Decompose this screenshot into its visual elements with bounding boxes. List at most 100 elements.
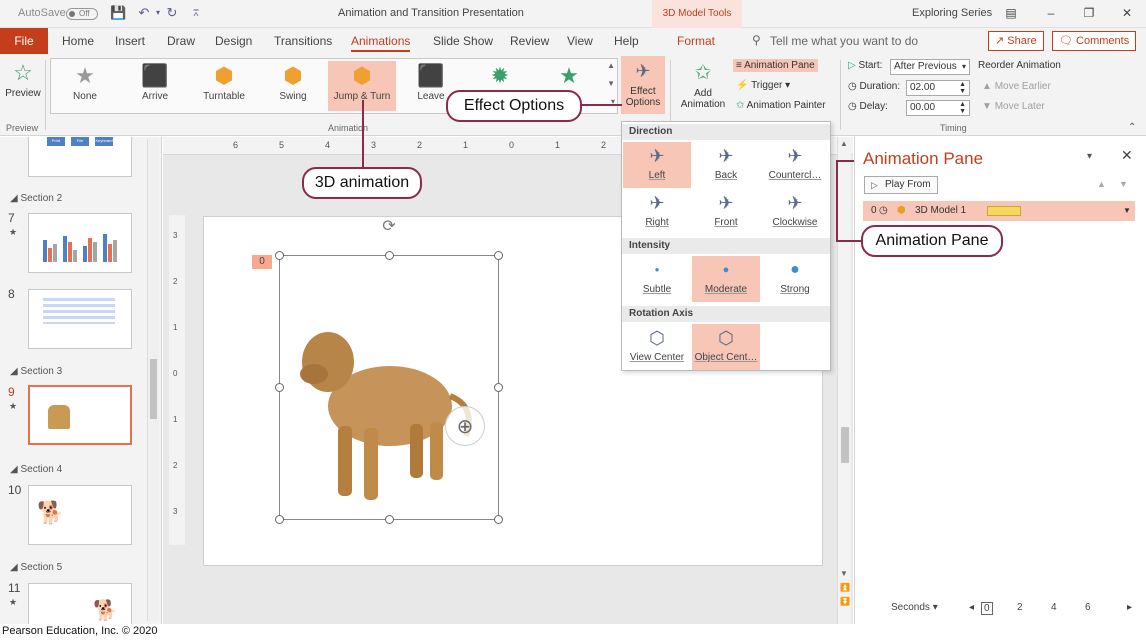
- intensity-strong-option[interactable]: ● Strong: [761, 256, 829, 302]
- tab-design[interactable]: Design: [215, 34, 252, 48]
- tab-format[interactable]: Format: [677, 34, 715, 48]
- effect-options-button[interactable]: ✈ Effect Options: [621, 56, 665, 114]
- timeline-left-icon[interactable]: ◂: [969, 602, 974, 613]
- paper-plane-front-icon: ✈: [718, 193, 734, 213]
- move-down-icon[interactable]: ▼: [1119, 179, 1128, 189]
- restore-icon[interactable]: ❐: [1080, 5, 1098, 21]
- resize-handle[interactable]: [385, 251, 394, 260]
- tab-draw[interactable]: Draw: [167, 34, 195, 48]
- direction-right-option[interactable]: ✈ Right: [623, 189, 691, 235]
- timeline-right-icon[interactable]: ▸: [1127, 602, 1132, 613]
- slide-thumbnail[interactable]: [28, 213, 132, 273]
- section-label[interactable]: ◢ Section 2: [10, 193, 62, 204]
- add-animation-button[interactable]: ✩ Add Animation: [674, 58, 732, 110]
- save-icon[interactable]: 💾: [110, 5, 126, 21]
- slide-thumbnail-selected[interactable]: [28, 385, 132, 445]
- scroll-down-icon[interactable]: ▼: [840, 569, 848, 578]
- tab-view[interactable]: View: [567, 34, 593, 48]
- comments-button[interactable]: 🗨 Comments: [1052, 31, 1137, 51]
- duration-input[interactable]: 02.00 ▲ ▼: [906, 80, 970, 96]
- gallery-item-turntable[interactable]: ⬢ Turntable: [190, 61, 258, 111]
- direction-left-option[interactable]: ✈ Left: [623, 142, 691, 188]
- scroll-up-icon[interactable]: ▲: [840, 139, 848, 148]
- gallery-item-none[interactable]: ★ None: [51, 61, 119, 111]
- gallery-scroll-down-icon[interactable]: ▼: [607, 79, 615, 88]
- previous-slide-icon[interactable]: ⏫: [840, 583, 850, 592]
- animation-painter-command[interactable]: ✩ Animation Painter: [736, 100, 826, 111]
- resize-handle[interactable]: [275, 515, 284, 524]
- intensity-subtle-option[interactable]: ● Subtle: [623, 256, 691, 302]
- direction-front-option[interactable]: ✈ Front: [692, 189, 760, 235]
- slide-thumbnail[interactable]: 🐕: [28, 583, 132, 624]
- divider: [670, 60, 671, 130]
- tab-slide-show[interactable]: Slide Show: [433, 34, 493, 48]
- paper-plane-clockwise-icon: ✈: [787, 193, 803, 213]
- section-label[interactable]: ◢ Section 5: [10, 562, 62, 573]
- chevron-down-icon[interactable]: ▼: [1123, 201, 1131, 221]
- thumbnails-scrollbar[interactable]: [147, 139, 159, 621]
- seconds-dropdown[interactable]: Seconds ▾: [891, 602, 938, 613]
- resize-handle[interactable]: [275, 251, 284, 260]
- ribbon-display-options-icon[interactable]: ▤: [1002, 5, 1020, 21]
- gallery-item-swing[interactable]: ⬢ Swing: [259, 61, 327, 111]
- trigger-command[interactable]: ⚡ Trigger ▾: [736, 80, 790, 91]
- gallery-item-arrive[interactable]: ⬛ Arrive: [121, 61, 189, 111]
- share-button[interactable]: ↗ Share: [988, 31, 1044, 51]
- redo-icon[interactable]: ↻: [164, 5, 180, 21]
- resize-handle[interactable]: [494, 383, 503, 392]
- slide-thumbnail[interactable]: [28, 289, 132, 349]
- direction-counterclockwise-option[interactable]: ✈ Countercl…: [761, 142, 829, 188]
- scrollbar-thumb[interactable]: [841, 427, 849, 463]
- tab-help[interactable]: Help: [614, 34, 639, 48]
- play-from-button[interactable]: Play From: [864, 176, 938, 194]
- autosave-toggle[interactable]: Off: [66, 8, 98, 20]
- user-name[interactable]: Exploring Series: [912, 7, 992, 19]
- gallery-scroll-up-icon[interactable]: ▲: [607, 61, 615, 70]
- scrollbar-thumb[interactable]: [150, 359, 157, 419]
- delay-input[interactable]: 00.00 ▲ ▼: [906, 100, 970, 116]
- rotation-object-center-option[interactable]: ⬡ Object Cent…: [692, 324, 760, 370]
- close-pane-icon[interactable]: ✕: [1121, 147, 1133, 164]
- rotation-view-center-option[interactable]: ⬡ View Center: [623, 324, 691, 370]
- resize-handle[interactable]: [494, 251, 503, 260]
- rotate-handle-icon[interactable]: ⟳: [379, 217, 399, 237]
- move-later-button[interactable]: ▼ Move Later: [982, 101, 1045, 112]
- tell-me-search[interactable]: Tell me what you want to do: [770, 34, 918, 48]
- slide-thumbnail[interactable]: Print File Keyboard: [28, 137, 132, 177]
- tab-insert[interactable]: Insert: [115, 34, 145, 48]
- tab-review[interactable]: Review: [510, 34, 549, 48]
- editor-scrollbar[interactable]: ▲ ▼ ⏫ ⏬: [837, 137, 851, 624]
- intensity-moderate-option[interactable]: ● Moderate: [692, 256, 760, 302]
- direction-back-option[interactable]: ✈ Back: [692, 142, 760, 188]
- animation-list-item[interactable]: 0 ◷ ⬢ 3D Model 1 ▼: [863, 201, 1135, 221]
- tab-animations[interactable]: Animations: [351, 34, 411, 52]
- close-icon[interactable]: ✕: [1118, 5, 1136, 21]
- timeline-bar[interactable]: [987, 206, 1021, 216]
- pane-options-icon[interactable]: ▾: [1087, 151, 1092, 162]
- start-select[interactable]: After Previous ▾: [890, 59, 970, 75]
- next-slide-icon[interactable]: ⏬: [840, 597, 850, 606]
- tab-transitions[interactable]: Transitions: [274, 34, 332, 48]
- resize-handle[interactable]: [275, 383, 284, 392]
- minimize-icon[interactable]: –: [1042, 5, 1060, 21]
- preview-button[interactable]: ☆ Preview: [4, 58, 42, 99]
- section-label[interactable]: ◢ Section 3: [10, 366, 62, 377]
- tab-home[interactable]: Home: [62, 34, 94, 48]
- collapse-ribbon-icon[interactable]: ⌃: [1128, 122, 1136, 133]
- animation-order-badge[interactable]: 0: [252, 255, 272, 269]
- resize-handle[interactable]: [494, 515, 503, 524]
- section-label[interactable]: ◢ Section 4: [10, 464, 62, 475]
- 3d-model-selection[interactable]: ⊕: [275, 251, 503, 524]
- move-earlier-button[interactable]: ▲ Move Earlier: [982, 81, 1051, 92]
- 3d-rotate-control-icon[interactable]: ⊕: [445, 406, 485, 446]
- thumbnail-bar: [93, 242, 97, 262]
- move-up-icon[interactable]: ▲: [1097, 179, 1106, 189]
- time-tick: 0: [981, 602, 993, 615]
- animation-pane-command[interactable]: ≡ Animation Pane: [733, 59, 818, 72]
- tab-file[interactable]: File: [0, 28, 48, 54]
- copyright-credit: Pearson Education, Inc. © 2020: [2, 625, 158, 637]
- resize-handle[interactable]: [385, 515, 394, 524]
- customize-quick-access-icon[interactable]: ⩞: [188, 5, 204, 21]
- slide-thumbnail[interactable]: 🐕: [28, 485, 132, 545]
- direction-clockwise-option[interactable]: ✈ Clockwise: [761, 189, 829, 235]
